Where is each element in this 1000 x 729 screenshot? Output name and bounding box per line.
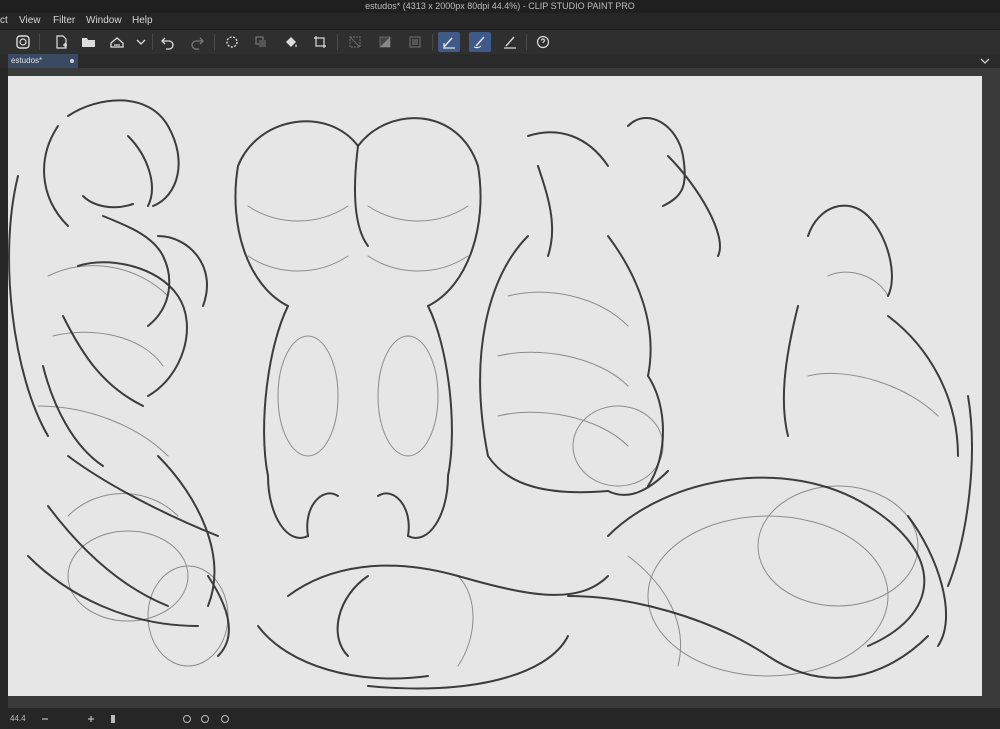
dropdown-icon[interactable]: [130, 32, 152, 52]
undo-icon[interactable]: [157, 32, 179, 52]
zoom-value[interactable]: 44.4: [10, 708, 26, 729]
paste-icon[interactable]: [250, 32, 272, 52]
rotate-icon[interactable]: [182, 714, 192, 724]
pen-icon[interactable]: [438, 32, 460, 52]
zoom-slider-icon[interactable]: [108, 714, 118, 724]
menu-item-view[interactable]: View: [19, 13, 41, 29]
menu-item-window[interactable]: Window: [86, 13, 122, 29]
zoom-in-icon[interactable]: [86, 714, 96, 724]
title-bar: estudos* (4313 x 2000px 80dpi 44.4%) - C…: [0, 0, 1000, 13]
unsaved-dot-icon: [70, 59, 74, 63]
drawing-canvas[interactable]: [8, 76, 982, 696]
chevron-down-icon[interactable]: [980, 56, 990, 66]
window-title: estudos* (4313 x 2000px 80dpi 44.4%) - C…: [365, 1, 635, 11]
deselect-icon[interactable]: [344, 32, 366, 52]
show-selection-icon[interactable]: [404, 32, 426, 52]
menu-item-select[interactable]: ct: [0, 13, 8, 29]
new-icon[interactable]: [50, 32, 72, 52]
document-tab[interactable]: estudos*: [8, 54, 78, 68]
help-icon[interactable]: [532, 32, 554, 52]
invert-icon[interactable]: [374, 32, 396, 52]
menu-item-help[interactable]: Help: [132, 13, 153, 29]
left-panel-strip[interactable]: [0, 68, 8, 708]
brush-icon[interactable]: [469, 32, 491, 52]
document-tab-label: estudos*: [11, 56, 43, 65]
document-tab-bar: estudos*: [0, 54, 1000, 68]
flip-icon[interactable]: [220, 714, 230, 724]
sketch-artwork: [8, 99, 973, 690]
save-icon[interactable]: [106, 32, 128, 52]
open-icon[interactable]: [78, 32, 100, 52]
menu-item-filter[interactable]: Filter: [53, 13, 75, 29]
app-icon[interactable]: [12, 32, 34, 52]
eraser-icon[interactable]: [499, 32, 521, 52]
transform-icon[interactable]: [309, 32, 331, 52]
clear-icon[interactable]: [221, 32, 243, 52]
fill-icon[interactable]: [280, 32, 302, 52]
command-bar: [0, 29, 1000, 56]
menu-bar: ct View Filter Window Help: [0, 13, 1000, 29]
status-bar: 44.4: [0, 708, 1000, 729]
redo-icon[interactable]: [186, 32, 208, 52]
reset-rotation-icon[interactable]: [200, 714, 210, 724]
zoom-out-icon[interactable]: [40, 714, 50, 724]
